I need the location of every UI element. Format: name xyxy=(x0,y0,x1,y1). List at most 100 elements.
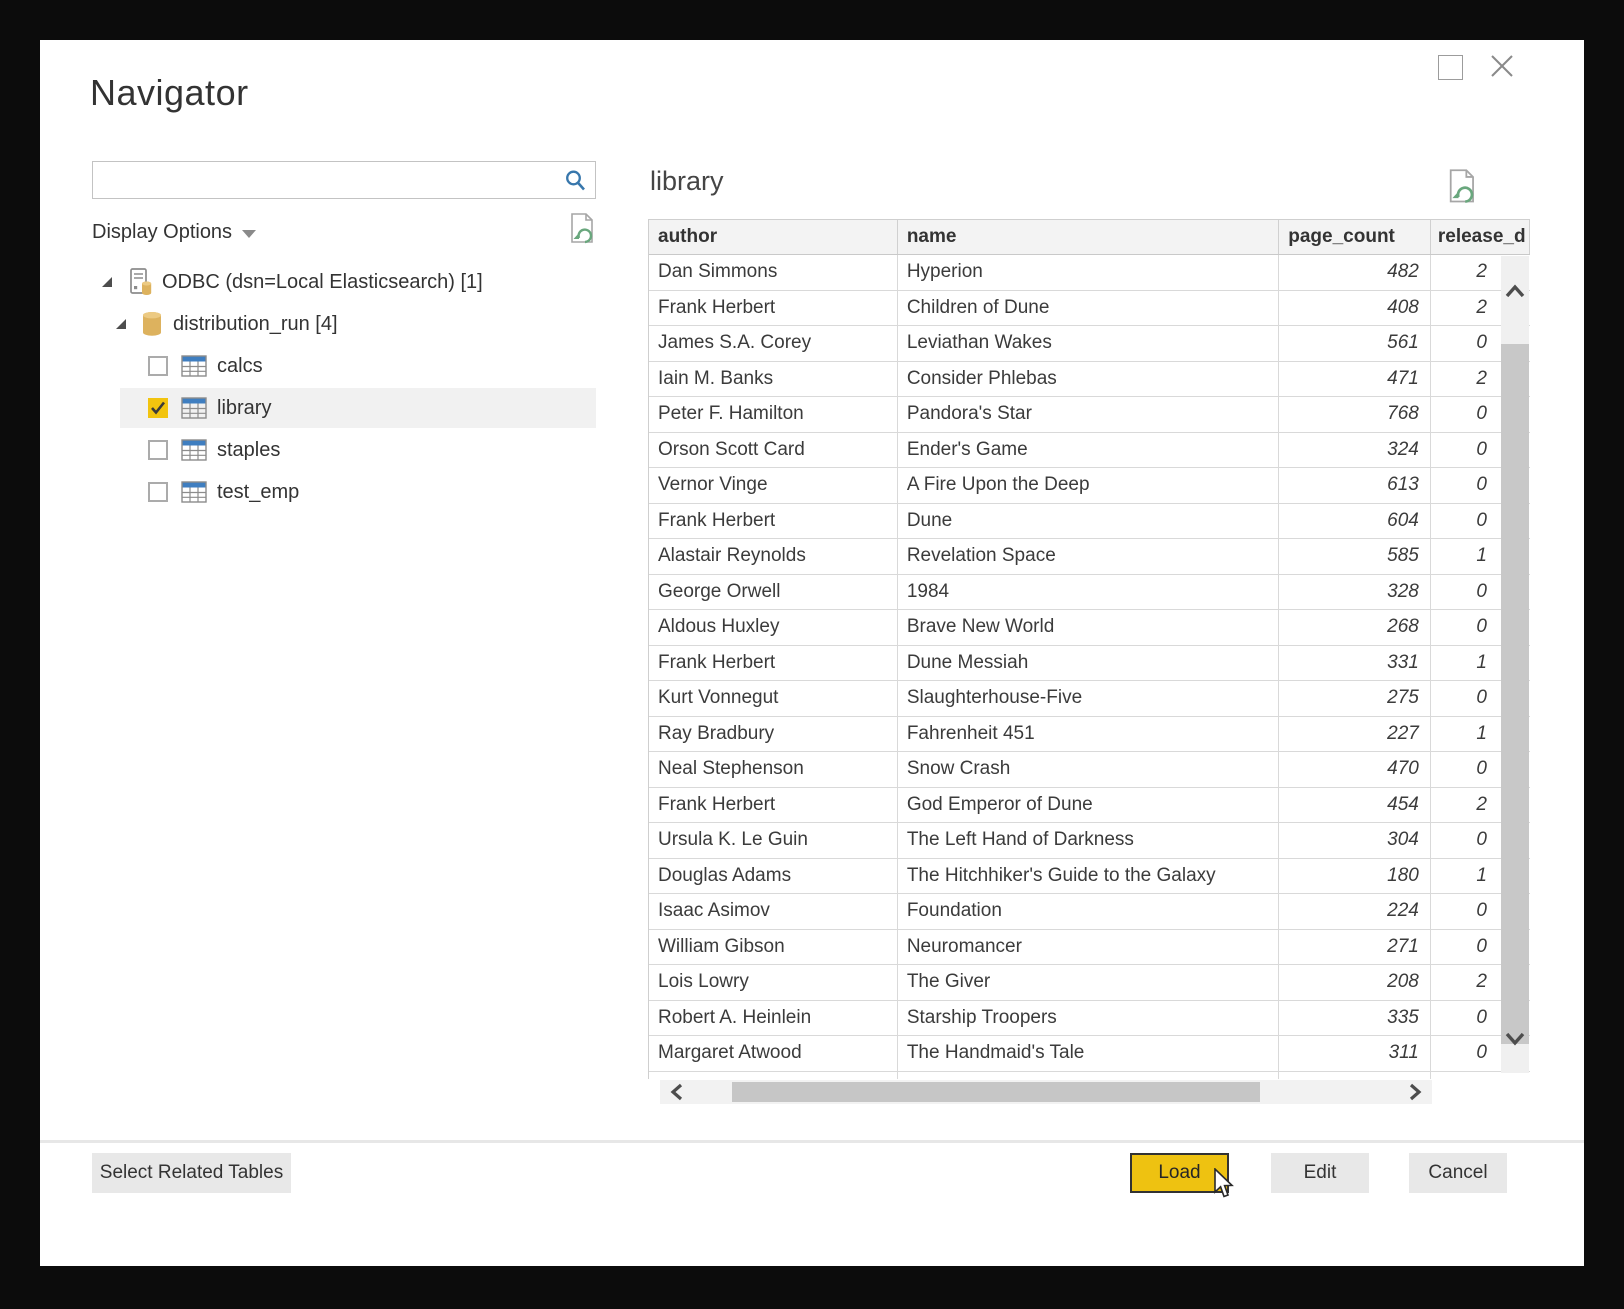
table-cell: Slaughterhouse-Five xyxy=(898,681,1279,716)
table-cell: 561 xyxy=(1279,326,1431,361)
table-row: Iain M. BanksConsider Phlebas4712 xyxy=(649,362,1530,398)
table-cell: Ursula K. Le Guin xyxy=(649,823,898,858)
table-cell: 613 xyxy=(1279,468,1431,503)
tree-item-database[interactable]: distribution_run [4] xyxy=(100,304,596,344)
horizontal-scrollbar[interactable] xyxy=(660,1080,1432,1104)
table-cell: Consider Phlebas xyxy=(898,362,1279,397)
table-cell: Revelation Space xyxy=(898,539,1279,574)
scroll-left-icon[interactable] xyxy=(668,1082,686,1107)
table-cell: 331 xyxy=(1279,646,1431,681)
table-cell: Orson Scott Card xyxy=(649,433,898,468)
display-options-label: Display Options xyxy=(92,221,232,244)
table-cell: Leviathan Wakes xyxy=(898,326,1279,361)
table-row: Robert A. HeinleinStarship Troopers3350 xyxy=(649,1001,1530,1037)
table-cell: Starship Troopers xyxy=(898,1001,1279,1036)
table-cell: Peter F. Hamilton xyxy=(649,397,898,432)
table-icon xyxy=(181,472,207,512)
tree-item-table-calcs[interactable]: calcs xyxy=(100,346,596,386)
table-row: William GibsonNeuromancer2710 xyxy=(649,930,1530,966)
select-related-tables-button[interactable]: Select Related Tables xyxy=(92,1153,291,1193)
page-title: Navigator xyxy=(90,72,249,114)
table-cell: 311 xyxy=(1279,1036,1431,1071)
table-row: Alastair ReynoldsRevelation Space5851 xyxy=(649,539,1530,575)
table-row: Frank HerbertDune6040 xyxy=(649,504,1530,540)
refresh-preview-icon[interactable] xyxy=(1446,168,1480,211)
table-row: Lois LowryThe Giver2082 xyxy=(649,965,1530,1001)
edit-button[interactable]: Edit xyxy=(1271,1153,1369,1193)
scroll-down-icon[interactable] xyxy=(1503,1028,1527,1053)
table-cell: 1984 xyxy=(898,575,1279,610)
table-cell: 408 xyxy=(1279,291,1431,326)
data-preview-table: author name page_count release_d Dan Sim… xyxy=(648,219,1530,1079)
refresh-icon[interactable] xyxy=(568,212,598,251)
table-row: George Orwell19843280 xyxy=(649,575,1530,611)
table-cell: 180 xyxy=(1279,859,1431,894)
table-cell: Dune Messiah xyxy=(898,646,1279,681)
vertical-scrollbar-thumb[interactable] xyxy=(1501,344,1529,1044)
table-cell: Neal Stephenson xyxy=(649,752,898,787)
column-header: author xyxy=(649,220,898,254)
footer-divider xyxy=(40,1140,1584,1143)
table-row: Dan SimmonsHyperion4822 xyxy=(649,255,1530,291)
table-cell: Margaret Atwood xyxy=(649,1036,898,1071)
table-cell: 224 xyxy=(1279,894,1431,929)
table-cell: James S.A. Corey xyxy=(649,326,898,361)
load-button[interactable]: Load xyxy=(1130,1153,1229,1193)
table-cell: Alastair Reynolds xyxy=(649,539,898,574)
table-cell: A Fire Upon the Deep xyxy=(898,468,1279,503)
table-cell: Dune xyxy=(898,504,1279,539)
checkbox-unchecked[interactable] xyxy=(148,356,168,376)
table-cell: 335 xyxy=(1279,1001,1431,1036)
table-cell: Ray Bradbury xyxy=(649,717,898,752)
table-row: Ray BradburyFahrenheit 4512271 xyxy=(649,717,1530,753)
tree-item-label: distribution_run [4] xyxy=(173,304,338,344)
tree-item-odbc-source[interactable]: ODBC (dsn=Local Elasticsearch) [1] xyxy=(100,262,596,302)
table-row-partial xyxy=(649,1072,1530,1080)
table-cell: 271 xyxy=(1279,930,1431,965)
scroll-right-icon[interactable] xyxy=(1406,1082,1424,1107)
checkbox-unchecked[interactable] xyxy=(148,440,168,460)
vertical-scrollbar[interactable] xyxy=(1501,256,1529,1073)
tree-item-table-staples[interactable]: staples xyxy=(100,430,596,470)
table-header-row: author name page_count release_d xyxy=(649,220,1530,255)
checkbox-checked[interactable] xyxy=(148,398,168,418)
table-cell: Robert A. Heinlein xyxy=(649,1001,898,1036)
table-cell: William Gibson xyxy=(649,930,898,965)
expand-arrow-icon[interactable] xyxy=(102,277,112,287)
search-box xyxy=(92,161,596,199)
table-cell: Frank Herbert xyxy=(649,504,898,539)
table-cell: Ender's Game xyxy=(898,433,1279,468)
checkbox-unchecked[interactable] xyxy=(148,482,168,502)
table-cell: Vernor Vinge xyxy=(649,468,898,503)
table-cell: Neuromancer xyxy=(898,930,1279,965)
scroll-up-icon[interactable] xyxy=(1503,282,1527,307)
search-input[interactable] xyxy=(101,162,561,198)
table-cell: 585 xyxy=(1279,539,1431,574)
maximize-icon[interactable] xyxy=(1438,55,1463,80)
table-cell: Isaac Asimov xyxy=(649,894,898,929)
table-row: Frank HerbertDune Messiah3311 xyxy=(649,646,1530,682)
table-cell: Lois Lowry xyxy=(649,965,898,1000)
table-cell: 454 xyxy=(1279,788,1431,823)
expand-arrow-icon[interactable] xyxy=(116,319,126,329)
table-row: Aldous HuxleyBrave New World2680 xyxy=(649,610,1530,646)
column-header: name xyxy=(898,220,1279,254)
table-cell: Aldous Huxley xyxy=(649,610,898,645)
close-icon[interactable] xyxy=(1488,52,1516,80)
table-cell: The Left Hand of Darkness xyxy=(898,823,1279,858)
table-row: Frank HerbertGod Emperor of Dune4542 xyxy=(649,788,1530,824)
preview-table-title: library xyxy=(650,166,724,197)
table-cell: Pandora's Star xyxy=(898,397,1279,432)
cancel-button[interactable]: Cancel xyxy=(1409,1153,1507,1193)
table-cell: Fahrenheit 451 xyxy=(898,717,1279,752)
table-cell: Hyperion xyxy=(898,255,1279,290)
display-options-dropdown[interactable]: Display Options xyxy=(92,218,256,246)
table-cell: 227 xyxy=(1279,717,1431,752)
table-cell: Frank Herbert xyxy=(649,291,898,326)
table-cell: Kurt Vonnegut xyxy=(649,681,898,716)
horizontal-scrollbar-thumb[interactable] xyxy=(732,1082,1260,1102)
tree-item-table-library[interactable]: library xyxy=(100,388,596,428)
chevron-down-icon xyxy=(242,230,256,238)
tree-item-label: test_emp xyxy=(217,472,299,512)
tree-item-table-test_emp[interactable]: test_emp xyxy=(100,472,596,512)
